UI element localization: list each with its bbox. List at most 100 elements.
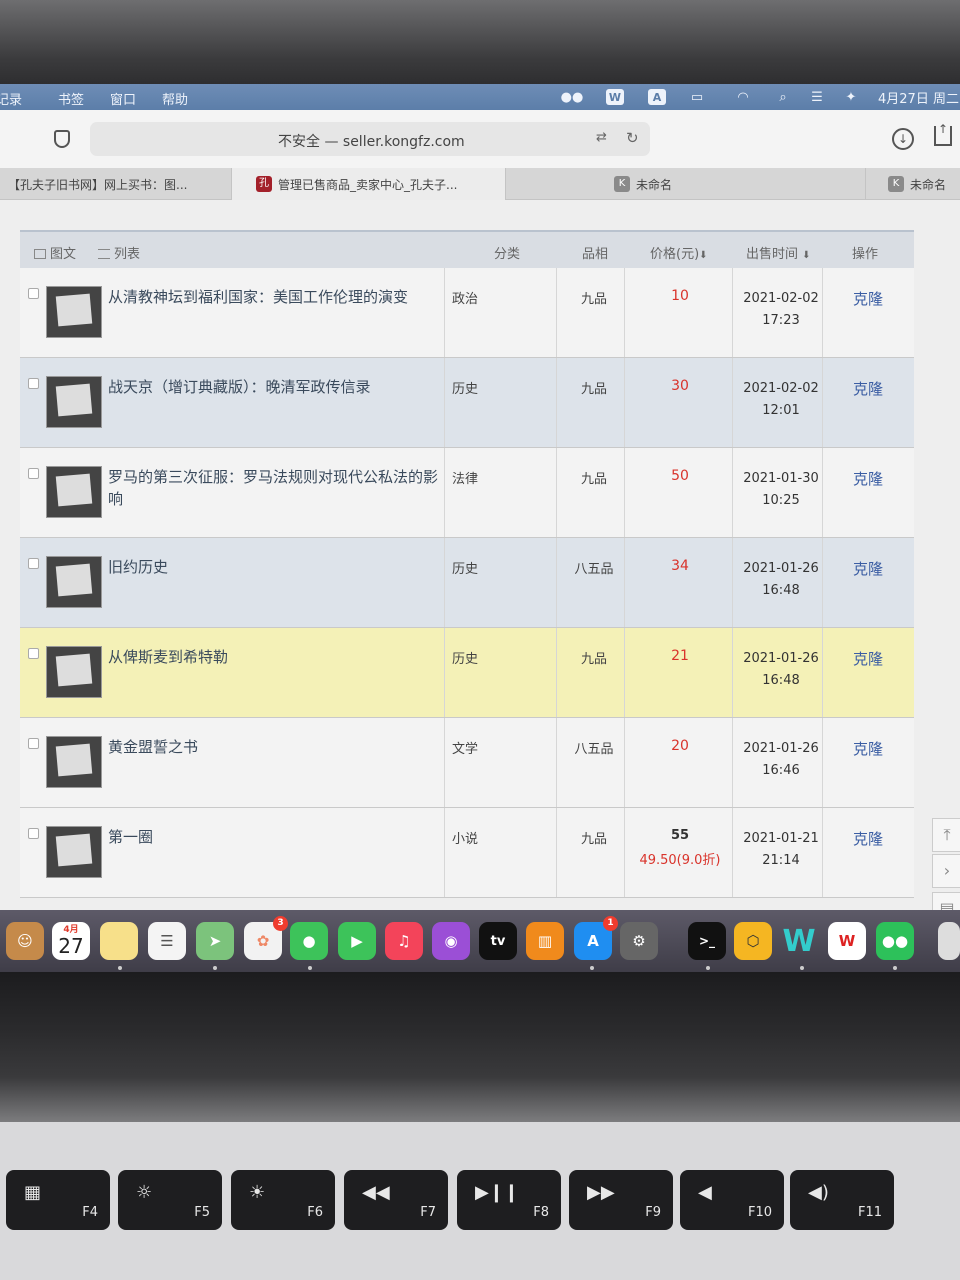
- book-title-link[interactable]: 从清教神坛到福利国家：美国工作伦理的演变: [108, 286, 448, 308]
- clone-link[interactable]: 克隆: [840, 558, 896, 579]
- photos-badge: 3: [273, 916, 288, 931]
- book-thumbnail[interactable]: [46, 556, 102, 608]
- row-checkbox[interactable]: [28, 378, 39, 389]
- wps-w-icon[interactable]: W: [780, 922, 818, 960]
- wechat-icon[interactable]: ●●: [561, 89, 584, 105]
- tab-kongfz-home[interactable]: 【孔夫子旧书网】网上买书：图...: [0, 168, 232, 200]
- book-title-link[interactable]: 黄金盟誓之书: [108, 736, 448, 758]
- book-title-link[interactable]: 旧约历史: [108, 556, 448, 578]
- menu-history[interactable]: 记录: [0, 89, 22, 108]
- header-price-sort[interactable]: 价格(元)⬇: [650, 243, 708, 262]
- control-center-icon[interactable]: ☰: [808, 89, 826, 105]
- reload-icon[interactable]: ↻: [626, 129, 639, 147]
- clock[interactable]: 4月27日 周二: [878, 88, 959, 107]
- maps-icon[interactable]: ➤: [196, 922, 234, 960]
- menu-window[interactable]: 窗口: [110, 89, 136, 108]
- sold-clock: 21:14: [762, 853, 800, 868]
- sold-time-cell: 2021-01-26 16:46: [736, 738, 826, 782]
- battery-icon[interactable]: ▭: [688, 89, 706, 105]
- key-f4[interactable]: ▦ F4: [6, 1170, 110, 1230]
- key-f7[interactable]: ◀◀ F7: [344, 1170, 448, 1230]
- menu-help[interactable]: 帮助: [162, 89, 188, 108]
- app-hexagon-icon[interactable]: ⬡: [734, 922, 772, 960]
- key-f6[interactable]: ☀ F6: [231, 1170, 335, 1230]
- row-checkbox[interactable]: [28, 738, 39, 749]
- view-grid-toggle[interactable]: 图文: [34, 243, 76, 262]
- running-indicator: [590, 966, 594, 970]
- facetime-icon[interactable]: ▶: [338, 922, 376, 960]
- book-thumbnail[interactable]: [46, 646, 102, 698]
- photos-icon[interactable]: ✿ 3: [244, 916, 288, 960]
- wechat-dock-icon[interactable]: ●●: [876, 922, 914, 960]
- key-f8[interactable]: ▶❙❙ F8: [457, 1170, 561, 1230]
- row-checkbox[interactable]: [28, 288, 39, 299]
- books-icon[interactable]: ▥: [526, 922, 564, 960]
- key-f11[interactable]: ◀) F11: [790, 1170, 894, 1230]
- input-method-icon[interactable]: A: [648, 89, 666, 105]
- app-store-icon[interactable]: A1: [574, 916, 618, 960]
- book-title-link[interactable]: 战天京（增订典藏版）：晚清军政传信录: [108, 376, 448, 398]
- book-title-link[interactable]: 从俾斯麦到希特勒: [108, 646, 448, 668]
- search-icon[interactable]: ⌕: [774, 89, 792, 105]
- clone-link[interactable]: 克隆: [840, 288, 896, 309]
- book-title-link[interactable]: 第一圈: [108, 826, 448, 848]
- condition-cell: 九品: [580, 652, 607, 667]
- view-list-toggle[interactable]: 列表: [98, 243, 140, 262]
- row-checkbox[interactable]: [28, 648, 39, 659]
- terminal-icon[interactable]: >_: [688, 922, 726, 960]
- clone-link[interactable]: 克隆: [840, 648, 896, 669]
- tab-untitled-2[interactable]: K 未命名: [866, 168, 960, 200]
- finder-folder-icon[interactable]: [938, 922, 960, 960]
- music-icon[interactable]: ♫: [385, 922, 423, 960]
- sold-clock: 17:23: [762, 313, 800, 328]
- clone-link[interactable]: 克隆: [840, 468, 896, 489]
- messages-icon[interactable]: ●: [290, 922, 328, 960]
- menu-bookmarks[interactable]: 书签: [58, 89, 84, 108]
- row-checkbox[interactable]: [28, 468, 39, 479]
- key-f9[interactable]: ▶▶ F9: [569, 1170, 673, 1230]
- row-checkbox[interactable]: [28, 558, 39, 569]
- reminders-icon[interactable]: ☰: [148, 922, 186, 960]
- contacts-icon[interactable]: ☺: [6, 922, 44, 960]
- book-title-link[interactable]: 罗马的第三次征服：罗马法规则对现代公私法的影响: [108, 466, 448, 510]
- book-thumbnail[interactable]: [46, 466, 102, 518]
- notes-icon[interactable]: [100, 922, 138, 960]
- key-f5[interactable]: ☼ F5: [118, 1170, 222, 1230]
- clone-link[interactable]: 克隆: [840, 828, 896, 849]
- back-to-top-icon[interactable]: ⤒: [932, 818, 960, 852]
- tab-untitled-1[interactable]: K 未命名: [506, 168, 866, 200]
- sold-time-cell: 2021-01-21 21:14: [736, 828, 826, 872]
- sold-time-cell: 2021-02-02 12:01: [736, 378, 826, 422]
- address-bar[interactable]: 不安全 — seller.kongfz.com ⇄ ↻: [90, 122, 650, 156]
- calendar-icon[interactable]: 4月 27: [52, 922, 90, 960]
- clone-link[interactable]: 克隆: [840, 378, 896, 399]
- apple-tv-icon[interactable]: tv: [479, 922, 517, 960]
- wifi-icon[interactable]: ◠: [734, 89, 752, 105]
- download-icon[interactable]: ↓: [892, 128, 914, 150]
- book-thumbnail[interactable]: [46, 736, 102, 788]
- translate-icon[interactable]: ⇄: [596, 130, 607, 145]
- wps-icon[interactable]: W: [606, 89, 624, 105]
- header-sold-time-sort[interactable]: 出售时间 ⬇: [746, 243, 811, 262]
- siri-icon[interactable]: ✦: [842, 89, 860, 105]
- book-thumbnail[interactable]: [46, 376, 102, 428]
- condition-cell: 九品: [580, 472, 607, 487]
- wps-office-icon[interactable]: W: [828, 922, 866, 960]
- book-thumbnail[interactable]: [46, 286, 102, 338]
- price-value: 20: [671, 738, 689, 754]
- key-f10[interactable]: ◀ F10: [680, 1170, 784, 1230]
- grid-view-icon: [34, 249, 46, 259]
- row-checkbox[interactable]: [28, 828, 39, 839]
- podcasts-icon[interactable]: ◉: [432, 922, 470, 960]
- clone-link[interactable]: 克隆: [840, 738, 896, 759]
- system-preferences-icon[interactable]: ⚙: [620, 922, 658, 960]
- share-icon[interactable]: ↑: [934, 123, 952, 146]
- sold-date: 2021-01-26: [743, 741, 819, 756]
- privacy-shield-icon[interactable]: [54, 130, 70, 148]
- book-thumbnail[interactable]: [46, 826, 102, 878]
- key-symbol: ▶▶: [587, 1182, 615, 1203]
- sold-time-cell: 2021-01-26 16:48: [736, 648, 826, 692]
- chevron-right-icon[interactable]: ›: [932, 854, 960, 888]
- tab-bar: 【孔夫子旧书网】网上买书：图... 孔 管理已售商品_卖家中心_孔夫子... K…: [0, 168, 960, 200]
- tab-sold-items[interactable]: 孔 管理已售商品_卖家中心_孔夫子...: [232, 168, 506, 200]
